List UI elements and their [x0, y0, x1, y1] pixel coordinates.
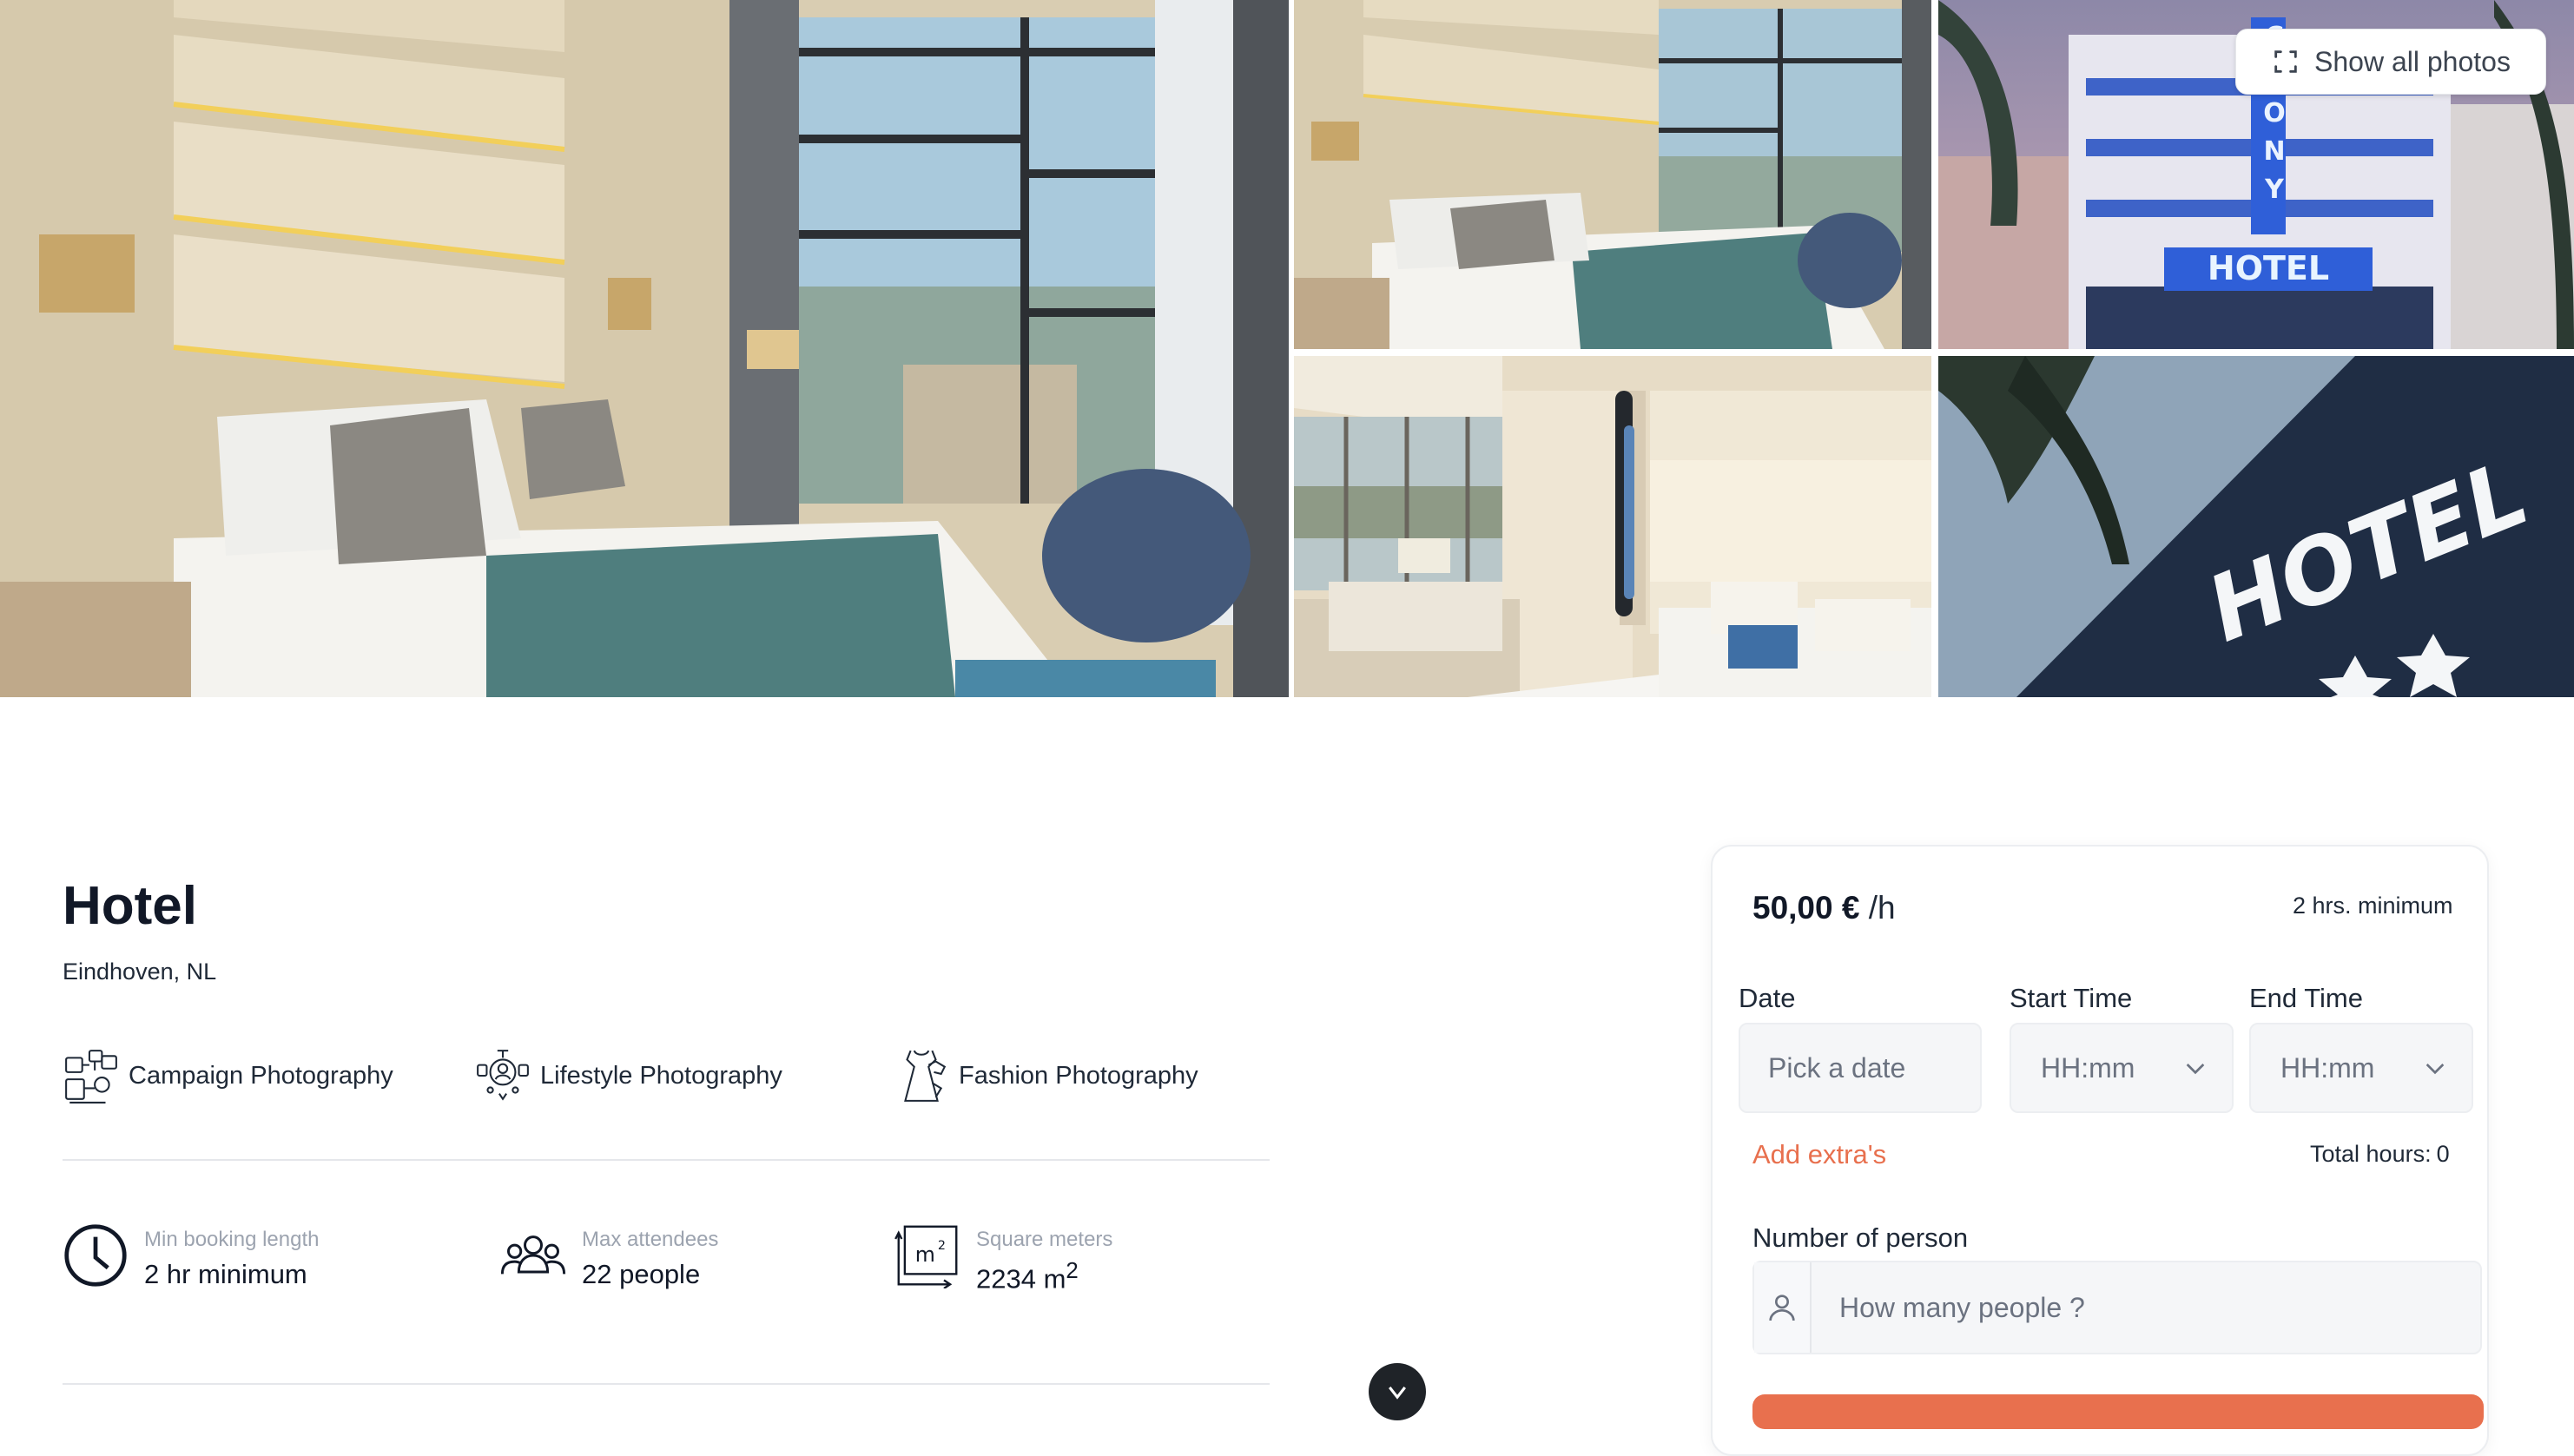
- colony-letter: O: [2263, 98, 2286, 128]
- start-time-placeholder: HH:mm: [2041, 1051, 2135, 1084]
- show-all-photos-label: Show all photos: [2314, 45, 2511, 77]
- stat-min-booking: Min booking length 2 hr minimum: [63, 1222, 319, 1290]
- date-placeholder: Pick a date: [1768, 1051, 1906, 1084]
- stat-value: 22 people: [582, 1259, 701, 1289]
- end-time-select[interactable]: HH:mm: [2249, 1023, 2473, 1113]
- end-time-placeholder: HH:mm: [2280, 1051, 2375, 1084]
- chevron-down-icon: [2186, 1064, 2205, 1075]
- stat-value: 2 hr minimum: [144, 1259, 307, 1289]
- minimum-hours: 2 hrs. minimum: [2293, 893, 2453, 919]
- stat-value: 2234 m2: [976, 1259, 1112, 1295]
- category-label: Campaign Photography: [129, 1061, 393, 1090]
- square-meters-icon: m 2: [894, 1225, 958, 1288]
- hotel-sign-photo[interactable]: HOTEL: [1938, 356, 2574, 697]
- category-fashion-photography: Fashion Photography: [893, 1045, 1198, 1106]
- person-icon: [1769, 1295, 1795, 1321]
- section-divider: [63, 1383, 1270, 1385]
- lifestyle-photography-icon: [477, 1050, 529, 1101]
- colony-letter: Y: [2265, 175, 2284, 205]
- listing-location: Eindhoven, NL: [63, 959, 217, 985]
- chevron-down-icon: [1389, 1387, 1406, 1400]
- scroll-down-button[interactable]: [1369, 1363, 1426, 1420]
- start-time-label: Start Time: [2010, 983, 2133, 1013]
- fashion-photography-icon: [904, 1050, 947, 1102]
- price: 50,00 € /h: [1752, 890, 1896, 926]
- number-of-person-field[interactable]: How many people ?: [1752, 1261, 2482, 1354]
- price-amount: 50,00 €: [1752, 890, 1860, 926]
- stat-max-attendees: Max attendees 22 people: [500, 1222, 718, 1290]
- price-unit: /h: [1868, 890, 1896, 926]
- category-label: Fashion Photography: [959, 1061, 1198, 1090]
- listing-title: Hotel: [63, 876, 197, 936]
- number-of-person-label: Number of person: [1752, 1222, 1969, 1253]
- number-of-person-placeholder: How many people ?: [1839, 1291, 2085, 1323]
- hotel-room-side-photo[interactable]: [1294, 0, 1931, 349]
- book-button[interactable]: [1752, 1394, 2484, 1429]
- expand-icon: [2274, 50, 2297, 73]
- date-picker-field[interactable]: Pick a date: [1739, 1023, 1982, 1113]
- stat-square-meters: m 2 Square meters 2234 m2: [894, 1222, 1112, 1295]
- colony-letter: N: [2263, 136, 2286, 167]
- hotel-room-main-photo[interactable]: [0, 0, 1289, 697]
- chevron-down-icon: [2426, 1064, 2445, 1075]
- photo-gallery: HOTEL CLONY: [0, 0, 2574, 697]
- show-all-photos-button[interactable]: Show all photos: [2235, 29, 2546, 95]
- total-hours-value: 0: [2436, 1141, 2450, 1167]
- total-hours: Total hours: 0: [2310, 1141, 2450, 1168]
- start-time-select[interactable]: HH:mm: [2010, 1023, 2234, 1113]
- category-lifestyle-photography: Lifestyle Photography: [474, 1045, 782, 1106]
- stat-value-unit-sup: 2: [1066, 1259, 1079, 1283]
- stat-label: Max attendees: [582, 1228, 719, 1251]
- stat-value-number: 2234 m: [976, 1263, 1066, 1295]
- svg-text:m: m: [915, 1242, 935, 1267]
- section-divider: [63, 1159, 1270, 1161]
- end-time-label: End Time: [2249, 983, 2363, 1013]
- svg-text:2: 2: [938, 1239, 946, 1253]
- stat-label: Min booking length: [144, 1228, 320, 1251]
- stat-label: Square meters: [976, 1228, 1113, 1251]
- hotel-suite-photo[interactable]: [1294, 356, 1931, 697]
- svg-text:HOTEL: HOTEL: [2208, 249, 2329, 287]
- total-hours-label: Total hours:: [2310, 1141, 2432, 1167]
- people-icon: [500, 1235, 566, 1275]
- campaign-photography-icon: [65, 1050, 117, 1104]
- category-label: Lifestyle Photography: [540, 1061, 782, 1090]
- category-campaign-photography: Campaign Photography: [63, 1045, 393, 1106]
- date-label: Date: [1739, 983, 1796, 1013]
- person-icon-wrap: [1754, 1262, 1812, 1353]
- clock-icon: [64, 1224, 127, 1287]
- add-extras-link[interactable]: Add extra's: [1752, 1139, 1886, 1170]
